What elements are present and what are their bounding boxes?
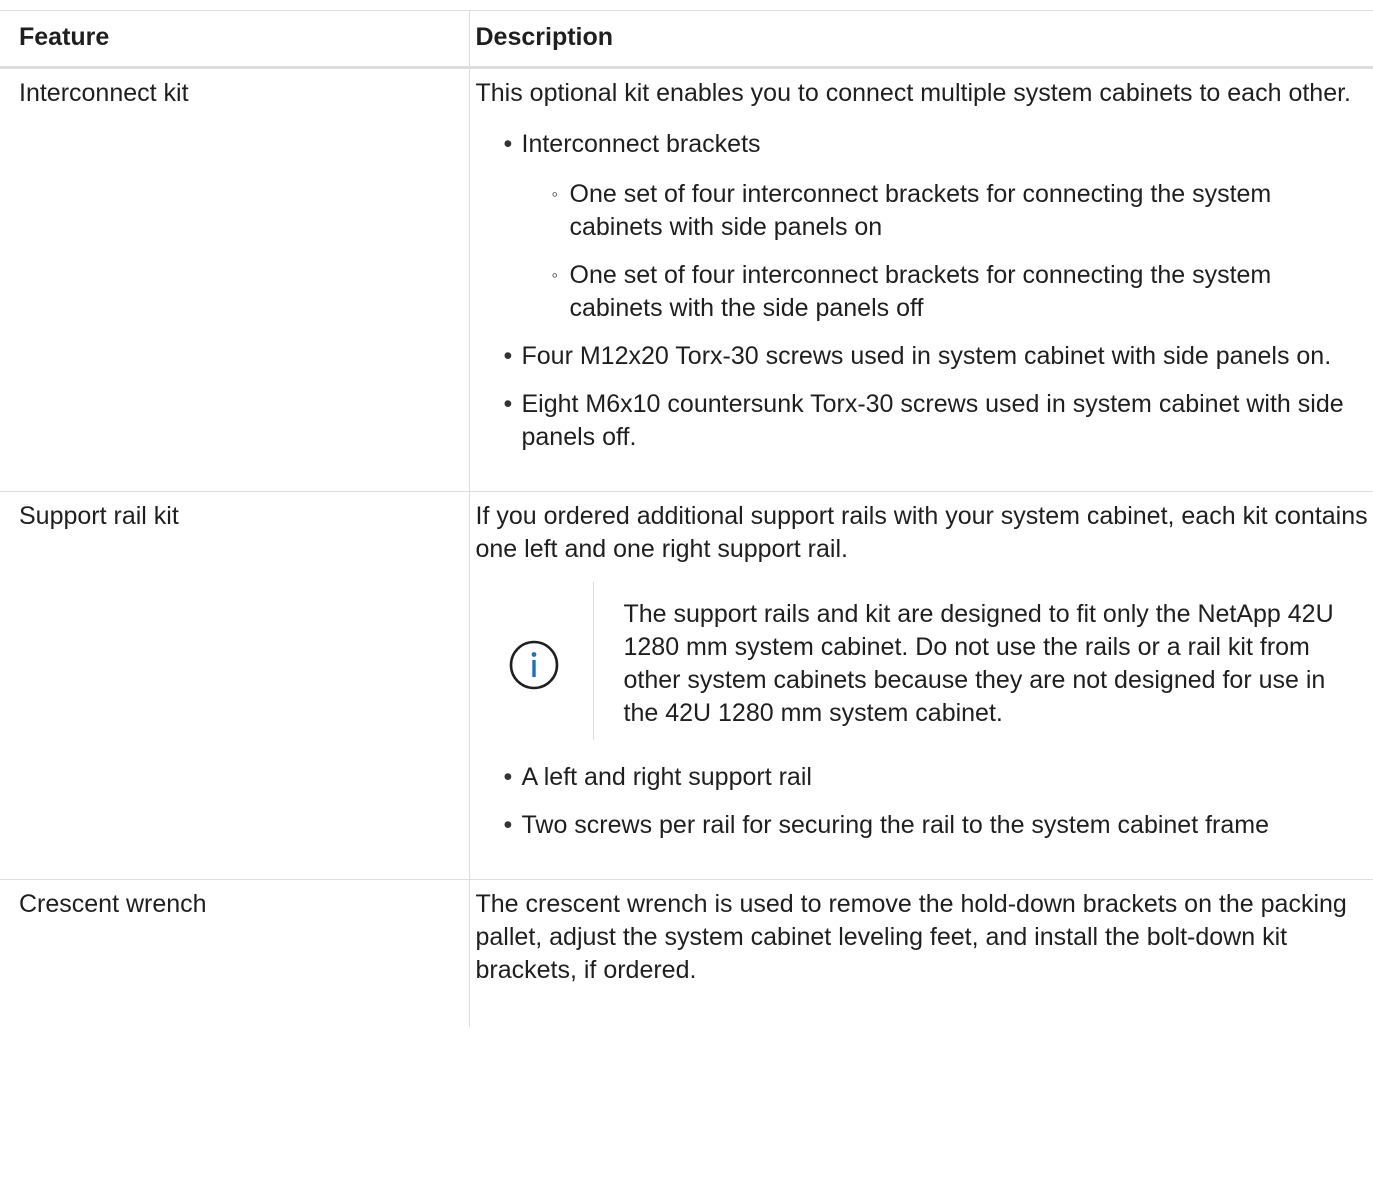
description-cell: The crescent wrench is used to remove th… [468,879,1373,1027]
note-icon-column [476,582,594,740]
sub-list-item: One set of four interconnect brackets fo… [552,178,1370,244]
header-feature: Feature [0,10,469,69]
description-intro: This optional kit enables you to connect… [475,79,1352,107]
table-row: Crescent wrench The crescent wrench is u… [0,879,1373,1027]
list-item: Interconnect brackets One set of four in… [504,128,1370,325]
table-row: Interconnect kit This optional kit enabl… [0,67,1373,492]
feature-cell: Interconnect kit [0,67,469,492]
description-cell: If you ordered additional support rails … [468,491,1373,880]
description-intro: The crescent wrench is used to remove th… [475,890,1347,984]
note-text: The support rails and kit are designed t… [623,600,1334,727]
list-item: A left and right support rail [504,761,1370,794]
sub-bullet-list: One set of four interconnect brackets fo… [522,178,1370,325]
description-cell: This optional kit enables you to connect… [468,67,1373,492]
description-intro: If you ordered additional support rails … [475,502,1368,563]
list-item: Two screws per rail for securing the rai… [504,809,1370,842]
list-item-text: Interconnect brackets [521,130,761,158]
bullet-list: A left and right support rail Two screws… [476,761,1370,842]
list-item: Four M12x20 Torx-30 screws used in syste… [504,340,1370,373]
header-description: Description [468,10,1373,69]
table-row: Support rail kit If you ordered addition… [0,491,1373,880]
feature-table: Feature Description Interconnect kit Thi… [0,10,1373,1027]
list-item: Eight M6x10 countersunk Torx-30 screws u… [504,388,1370,454]
feature-cell: Crescent wrench [19,890,207,918]
bullet-list: Interconnect brackets One set of four in… [476,128,1370,454]
sub-list-item: One set of four interconnect brackets fo… [552,259,1370,325]
info-note: The support rails and kit are designed t… [476,582,1370,740]
table-header-row: Feature Description [0,10,1373,69]
feature-cell: Support rail kit [0,491,469,880]
info-icon [509,640,559,690]
